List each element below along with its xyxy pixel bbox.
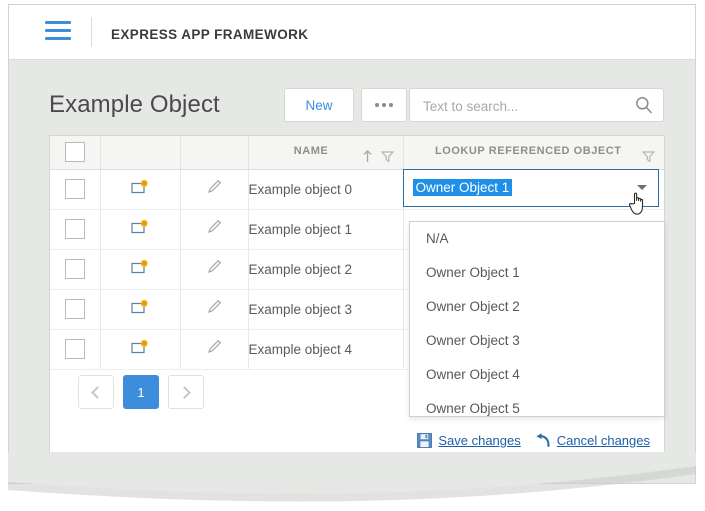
sort-ascending-icon[interactable] — [363, 149, 372, 163]
grid-header-row: NAME LOOKUP REFERENCED OBJECT — [50, 136, 664, 170]
ellipsis-icon — [375, 103, 393, 107]
save-disk-icon — [417, 433, 433, 448]
row-open-cell[interactable] — [100, 209, 181, 250]
open-object-icon[interactable] — [131, 259, 149, 275]
open-object-icon[interactable] — [131, 179, 149, 195]
more-options-button[interactable] — [361, 88, 407, 122]
pager-page-1[interactable]: 1 — [123, 375, 159, 409]
cancel-changes-label: Cancel changes — [556, 433, 650, 448]
pencil-edit-icon[interactable] — [206, 298, 223, 315]
pencil-edit-icon[interactable] — [206, 338, 223, 355]
row-name-cell[interactable]: Example object 1 — [248, 209, 404, 250]
grid-header: NAME LOOKUP REFERENCED OBJECT — [50, 136, 664, 170]
row-edit-cell[interactable] — [180, 329, 249, 370]
row-open-cell[interactable] — [100, 169, 181, 210]
dropdown-option-owner-4[interactable]: Owner Object 4 — [410, 358, 664, 392]
chevron-right-icon — [178, 385, 191, 399]
filter-funnel-icon[interactable] — [642, 150, 655, 163]
app-window: EXPRESS APP FRAMEWORK Example Object New — [8, 4, 696, 484]
hamburger-menu-icon[interactable] — [45, 21, 71, 42]
search-input[interactable] — [421, 89, 625, 123]
header-divider — [91, 17, 92, 47]
lookup-dropdown-list[interactable]: N/A Owner Object 1 Owner Object 2 Owner … — [409, 221, 665, 417]
app-title: EXPRESS APP FRAMEWORK — [111, 27, 309, 42]
cancel-changes-button[interactable]: Cancel changes — [535, 433, 650, 448]
row-select-cell[interactable] — [50, 249, 101, 290]
header-lookup-label: LOOKUP REFERENCED OBJECT — [434, 144, 622, 157]
row-checkbox[interactable] — [64, 339, 85, 359]
open-object-icon[interactable] — [131, 339, 149, 355]
row-checkbox[interactable] — [64, 219, 85, 239]
open-object-icon[interactable] — [131, 219, 149, 235]
app-header: EXPRESS APP FRAMEWORK — [9, 5, 695, 60]
row-name-cell[interactable]: Example object 3 — [248, 289, 404, 330]
row-checkbox[interactable] — [64, 299, 85, 319]
header-name-label: NAME — [293, 144, 329, 157]
pager-next-button[interactable] — [168, 375, 204, 409]
row-lookup-cell-editing[interactable]: Owner Object 1 — [402, 168, 664, 210]
row-name-cell[interactable]: Example object 0 — [248, 169, 404, 210]
row-select-cell[interactable] — [50, 289, 101, 330]
filter-funnel-icon[interactable] — [380, 150, 394, 163]
new-button[interactable]: New — [284, 88, 354, 122]
chevron-left-icon — [91, 385, 104, 399]
row-select-cell[interactable] — [50, 169, 101, 210]
dropdown-option-owner-3[interactable]: Owner Object 3 — [410, 324, 664, 358]
save-changes-label: Save changes — [438, 433, 521, 448]
pager: 1 — [78, 375, 204, 409]
header-name-column[interactable]: NAME — [248, 136, 404, 170]
row-name-cell[interactable]: Example object 4 — [248, 329, 404, 370]
pencil-edit-icon[interactable] — [206, 258, 223, 275]
row-select-cell[interactable] — [50, 209, 101, 250]
row-name-cell[interactable]: Example object 2 — [248, 249, 404, 290]
page-title: Example Object — [49, 91, 220, 118]
row-edit-cell[interactable] — [180, 209, 249, 250]
row-open-cell[interactable] — [100, 329, 181, 370]
search-box[interactable] — [409, 88, 664, 123]
edit-actions: Save changes Cancel changes — [417, 433, 650, 448]
dropdown-option-owner-5[interactable]: Owner Object 5 — [410, 392, 664, 426]
header-edit-column — [180, 136, 249, 170]
row-checkbox[interactable] — [64, 179, 85, 199]
pencil-edit-icon[interactable] — [206, 218, 223, 235]
chevron-down-icon[interactable] — [636, 184, 647, 190]
row-checkbox[interactable] — [64, 259, 85, 279]
table-row[interactable]: Example object 0 Owner Object 1 — [50, 168, 664, 210]
pager-prev-button[interactable] — [78, 375, 114, 409]
row-open-cell[interactable] — [100, 249, 181, 290]
row-select-cell[interactable] — [50, 329, 101, 370]
header-select-all[interactable] — [50, 136, 101, 170]
row-edit-cell[interactable] — [180, 249, 249, 290]
row-edit-cell[interactable] — [180, 169, 249, 210]
pencil-edit-icon[interactable] — [206, 178, 223, 195]
row-open-cell[interactable] — [100, 289, 181, 330]
combobox-selected-text: Owner Object 1 — [412, 178, 513, 196]
header-lookup-column[interactable]: LOOKUP REFERENCED OBJECT — [403, 136, 664, 170]
lookup-combobox[interactable]: Owner Object 1 — [402, 168, 659, 207]
dropdown-option-na[interactable]: N/A — [410, 222, 664, 256]
undo-arrow-icon — [536, 433, 550, 448]
row-edit-cell[interactable] — [180, 289, 249, 330]
open-object-icon[interactable] — [131, 299, 149, 315]
search-icon[interactable] — [635, 96, 653, 114]
save-changes-button[interactable]: Save changes — [417, 433, 521, 448]
header-open-column — [100, 136, 181, 170]
dropdown-option-owner-2[interactable]: Owner Object 2 — [410, 290, 664, 324]
select-all-checkbox[interactable] — [64, 142, 85, 163]
dropdown-option-owner-1[interactable]: Owner Object 1 — [410, 256, 664, 290]
